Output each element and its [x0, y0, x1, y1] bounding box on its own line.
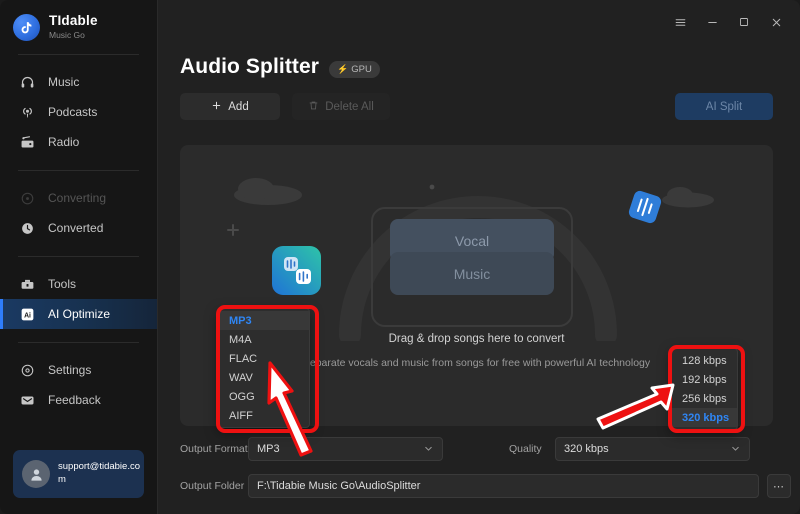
page-title: Audio Splitter	[180, 55, 320, 78]
sidebar-item-tools[interactable]: Tools	[0, 269, 157, 299]
sidebar-item-label: Radio	[48, 135, 80, 149]
sidebar-divider-4	[18, 342, 139, 343]
sidebar-item-label: Converting	[48, 191, 107, 205]
status-badge-label: GPU	[351, 64, 372, 75]
mail-icon	[19, 392, 35, 408]
sidebar-item-label: Tools	[48, 277, 77, 291]
add-button[interactable]: Add	[180, 93, 280, 120]
brand-name: TIdable	[49, 13, 98, 29]
delete-all-button-label: Delete All	[325, 100, 374, 113]
converting-icon	[19, 190, 35, 206]
plus-icon	[211, 100, 222, 114]
chevron-down-icon	[730, 443, 741, 456]
toolbox-icon	[19, 276, 35, 292]
quality-option-320[interactable]: 320 kbps	[672, 408, 737, 427]
sidebar-item-label: Feedback	[48, 393, 101, 407]
dropzone-art-label-music: Music	[454, 266, 491, 282]
action-toolbar: Add Delete All AI Split	[158, 79, 800, 120]
sidebar-item-ai-optimize[interactable]: Ai AI Optimize	[0, 299, 157, 329]
sidebar-divider-1	[18, 54, 139, 55]
main-content: Audio Splitter ⚡ GPU Add Delete All AI S…	[158, 0, 800, 514]
user-avatar-icon	[22, 460, 50, 488]
quality-label: Quality	[509, 443, 542, 455]
add-button-label: Add	[228, 100, 249, 113]
sidebar-item-label: Podcasts	[48, 105, 98, 119]
format-option-aiff[interactable]: AIFF	[219, 406, 309, 425]
trash-icon	[308, 100, 319, 114]
gear-icon	[19, 362, 35, 378]
format-option-mp3[interactable]: MP3	[219, 311, 309, 330]
app-logo-icon	[13, 14, 40, 41]
format-option-ogg[interactable]: OGG	[219, 387, 309, 406]
brand: TIdable Music Go	[0, 0, 157, 41]
podcast-icon	[19, 104, 35, 120]
format-option-wav[interactable]: WAV	[219, 368, 309, 387]
quality-option-128[interactable]: 128 kbps	[672, 351, 737, 370]
sidebar-item-label: Settings	[48, 363, 92, 377]
sidebar-divider-2	[18, 170, 139, 171]
output-folder-value: F:\Tidabie Music Go\AudioSplitter	[257, 480, 421, 492]
headphones-icon	[19, 74, 35, 90]
sidebar-item-converted[interactable]: Converted	[0, 213, 157, 243]
page-header: Audio Splitter ⚡ GPU	[158, 0, 800, 79]
lightning-bolt-icon: ⚡	[337, 64, 349, 74]
quality-dropdown-menu[interactable]: 128 kbps 192 kbps 256 kbps 320 kbps	[671, 348, 738, 430]
quality-option-192[interactable]: 192 kbps	[672, 370, 737, 389]
account-button[interactable]: support@tidabie.com	[13, 450, 144, 498]
clock-icon	[19, 220, 35, 236]
sidebar-item-feedback[interactable]: Feedback	[0, 385, 157, 415]
delete-all-button[interactable]: Delete All	[292, 93, 390, 120]
ai-split-button-label: AI Split	[705, 100, 743, 113]
radio-icon	[19, 134, 35, 150]
sidebar-item-settings[interactable]: Settings	[0, 355, 157, 385]
quality-value: 320 kbps	[564, 443, 609, 455]
browse-folder-button[interactable]: ⋯	[767, 474, 791, 498]
brand-subtitle: Music Go	[49, 30, 85, 41]
ai-icon: Ai	[19, 306, 35, 322]
settings-form: Output Format MP3 Quality 320 kbps Outpu…	[180, 437, 800, 498]
quality-option-256[interactable]: 256 kbps	[672, 389, 737, 408]
sidebar-item-podcasts[interactable]: Podcasts	[0, 97, 157, 127]
ai-split-button[interactable]: AI Split	[675, 93, 773, 120]
sidebar-divider-3	[18, 256, 139, 257]
output-format-select[interactable]: MP3	[248, 437, 443, 461]
dropzone-art-label-vocal: Vocal	[455, 233, 489, 249]
sidebar: TIdable Music Go Music Podcasts Radio Co…	[0, 0, 158, 514]
application-window: TIdable Music Go Music Podcasts Radio Co…	[0, 0, 800, 514]
format-option-flac[interactable]: FLAC	[219, 349, 309, 368]
sidebar-item-radio[interactable]: Radio	[0, 127, 157, 157]
sidebar-item-label: AI Optimize	[48, 307, 111, 321]
output-format-value: MP3	[257, 443, 280, 455]
sidebar-item-label: Converted	[48, 221, 104, 235]
output-folder-label: Output Folder	[180, 480, 245, 492]
sidebar-item-music[interactable]: Music	[0, 67, 157, 97]
output-folder-row: Output Folder F:\Tidabie Music Go\AudioS…	[180, 474, 800, 498]
format-option-m4a[interactable]: M4A	[219, 330, 309, 349]
status-badge: ⚡ GPU	[329, 61, 380, 78]
output-format-label: Output Format	[180, 443, 248, 455]
account-email: support@tidabie.com	[58, 461, 140, 485]
output-format-row: Output Format MP3 Quality 320 kbps	[180, 437, 800, 461]
svg-text:Ai: Ai	[24, 312, 31, 319]
output-format-dropdown-menu[interactable]: MP3 M4A FLAC WAV OGG AIFF	[218, 308, 310, 428]
sidebar-item-converting[interactable]: Converting	[0, 183, 157, 213]
sidebar-item-label: Music	[48, 75, 80, 89]
output-folder-input[interactable]: F:\Tidabie Music Go\AudioSplitter	[248, 474, 759, 498]
chevron-down-icon	[423, 443, 434, 456]
quality-select[interactable]: 320 kbps	[555, 437, 750, 461]
